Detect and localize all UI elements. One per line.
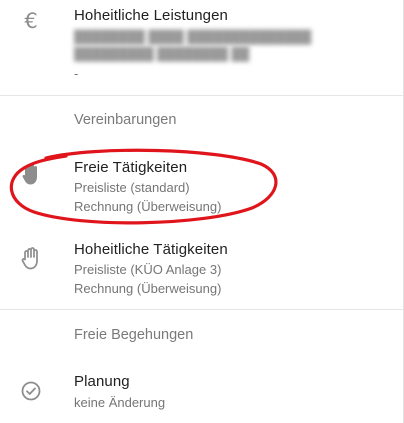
list-item-detail: - — [74, 66, 79, 81]
list-item-freie-taetigkeiten[interactable]: Freie Tätigkeiten Preisliste (standard) … — [0, 150, 403, 222]
payment-method-label: Rechnung (Überweisung) — [74, 199, 222, 214]
section-label-agreements: Vereinbarungen — [74, 112, 177, 128]
hand-icon — [18, 161, 44, 187]
price-list-label: Preisliste (KÜO Anlage 3) — [74, 262, 222, 277]
status-label: keine Änderung — [74, 395, 166, 410]
list-item-title: Hoheitliche Tätigkeiten — [74, 241, 228, 258]
list-item-title: Hoheitliche Leistungen — [74, 7, 228, 24]
redacted-detail: ████████ ████ ██████████████ — [74, 30, 312, 44]
euro-icon: € — [24, 9, 38, 33]
price-list-label: Preisliste (standard) — [74, 180, 190, 195]
check-circle-icon — [18, 378, 44, 404]
list-item-title: Planung — [74, 373, 130, 390]
divider — [0, 309, 403, 310]
settings-panel: € Hoheitliche Leistungen ████████ ████ █… — [0, 0, 404, 423]
divider — [0, 95, 403, 96]
redacted-detail: █████████ ████████ ██ — [74, 47, 250, 61]
list-item-hoheitliche-leistungen[interactable]: € Hoheitliche Leistungen ████████ ████ █… — [0, 0, 403, 95]
section-label-free-inspections: Freie Begehungen — [74, 327, 194, 343]
list-item-planung[interactable]: Planung keine Änderung — [0, 364, 403, 420]
list-item-title: Freie Tätigkeiten — [74, 159, 188, 176]
payment-method-label: Rechnung (Überweisung) — [74, 281, 222, 296]
hand-icon — [18, 245, 44, 271]
list-item-hoheitliche-taetigkeiten[interactable]: Hoheitliche Tätigkeiten Preisliste (KÜO … — [0, 232, 403, 307]
